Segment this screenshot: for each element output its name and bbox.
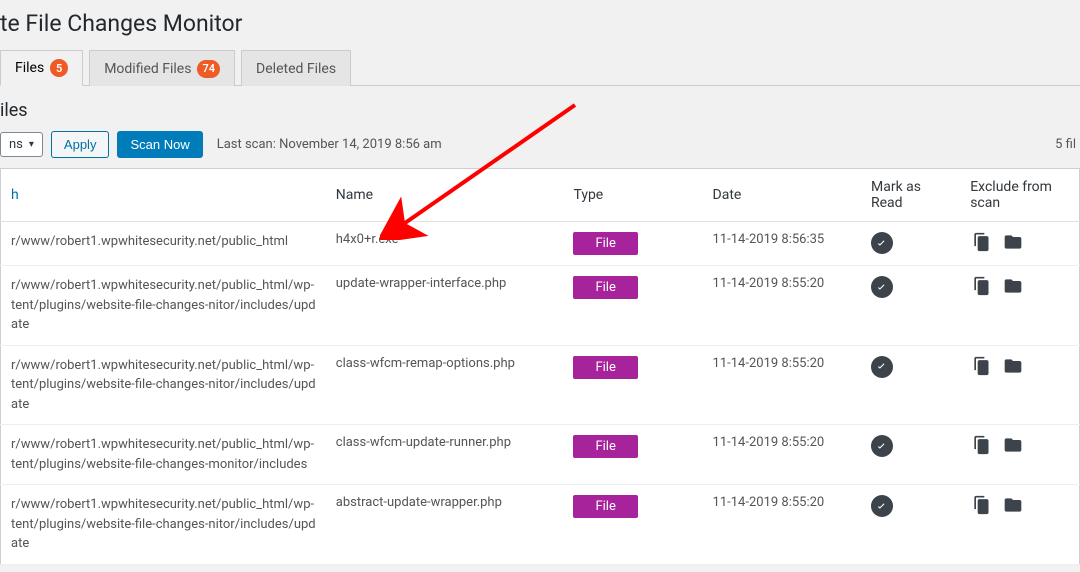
exclude-cell <box>960 266 1079 346</box>
mark-cell <box>861 222 960 266</box>
exclude-file-button[interactable] <box>970 495 992 515</box>
exclude-file-button[interactable] <box>970 356 992 376</box>
folder-icon <box>1002 495 1024 515</box>
mark-read-button[interactable] <box>871 435 893 457</box>
mark-cell <box>861 266 960 346</box>
table-row: r/www/robert1.wpwhitesecurity.net/public… <box>1 266 1080 346</box>
type-badge: File <box>573 495 637 518</box>
col-type-header[interactable]: Type <box>563 169 702 222</box>
chevron-down-icon: ▾ <box>29 139 34 150</box>
tab-added-files[interactable]: Files 5 <box>0 50 83 86</box>
files-icon <box>970 435 992 455</box>
section-title: iles <box>0 100 1080 121</box>
exclude-folder-button[interactable] <box>1002 232 1024 252</box>
mark-read-button[interactable] <box>871 495 893 517</box>
exclude-cell <box>960 425 1079 485</box>
name-cell: h4x0+r.exe <box>326 222 564 266</box>
scan-now-button[interactable]: Scan Now <box>117 131 202 158</box>
tab-label: Files <box>15 60 44 76</box>
path-cell: r/www/robert1.wpwhitesecurity.net/public… <box>1 425 326 485</box>
action-bar: ns ▾ Apply Scan Now Last scan: November … <box>0 131 1080 168</box>
path-cell: r/www/robert1.wpwhitesecurity.net/public… <box>1 485 326 565</box>
col-path-header[interactable]: h <box>1 169 326 222</box>
exclude-cell <box>960 222 1079 266</box>
table-row: r/www/robert1.wpwhitesecurity.net/public… <box>1 485 1080 565</box>
type-cell: File <box>563 345 702 425</box>
name-cell: abstract-update-wrapper.php <box>326 485 564 565</box>
folder-icon <box>1002 232 1024 252</box>
check-icon <box>875 440 888 453</box>
date-cell: 11-14-2019 8:55:20 <box>703 345 861 425</box>
name-cell: class-wfcm-remap-options.php <box>326 345 564 425</box>
col-date-header[interactable]: Date <box>703 169 861 222</box>
name-cell: class-wfcm-update-runner.php <box>326 425 564 485</box>
files-icon <box>970 356 992 376</box>
check-icon <box>875 360 888 373</box>
exclude-folder-button[interactable] <box>1002 435 1024 455</box>
tabs-bar: Files 5 Modified Files 74 Deleted Files <box>0 49 1080 86</box>
exclude-file-button[interactable] <box>970 435 992 455</box>
file-count: 5 fil <box>1055 137 1080 152</box>
exclude-folder-button[interactable] <box>1002 276 1024 296</box>
folder-icon <box>1002 356 1024 376</box>
tab-badge: 5 <box>50 59 68 77</box>
check-icon <box>875 500 888 513</box>
table-row: r/www/robert1.wpwhitesecurity.net/public… <box>1 425 1080 485</box>
col-name-header[interactable]: Name <box>326 169 564 222</box>
mark-cell <box>861 345 960 425</box>
files-icon <box>970 276 992 296</box>
type-badge: File <box>573 435 637 458</box>
check-icon <box>875 237 888 250</box>
apply-button[interactable]: Apply <box>51 131 110 158</box>
col-mark-header: Mark as Read <box>861 169 960 222</box>
type-badge: File <box>573 276 637 299</box>
exclude-folder-button[interactable] <box>1002 356 1024 376</box>
exclude-cell <box>960 485 1079 565</box>
path-cell: r/www/robert1.wpwhitesecurity.net/public… <box>1 266 326 346</box>
type-cell: File <box>563 266 702 346</box>
file-changes-table: h Name Type Date Mark as Read Exclude fr… <box>0 168 1080 565</box>
tab-deleted-files[interactable]: Deleted Files <box>241 50 351 86</box>
tab-modified-files[interactable]: Modified Files 74 <box>89 50 235 86</box>
bulk-actions-select[interactable]: ns ▾ <box>0 132 43 157</box>
tab-label: Deleted Files <box>256 61 336 77</box>
files-icon <box>970 232 992 252</box>
type-cell: File <box>563 425 702 485</box>
exclude-file-button[interactable] <box>970 232 992 252</box>
date-cell: 11-14-2019 8:56:35 <box>703 222 861 266</box>
tab-badge: 74 <box>197 60 220 78</box>
mark-cell <box>861 425 960 485</box>
type-badge: File <box>573 232 637 255</box>
type-cell: File <box>563 485 702 565</box>
page-title: te File Changes Monitor <box>0 0 1080 49</box>
exclude-file-button[interactable] <box>970 276 992 296</box>
type-cell: File <box>563 222 702 266</box>
files-icon <box>970 495 992 515</box>
exclude-folder-button[interactable] <box>1002 495 1024 515</box>
col-exclude-header: Exclude from scan <box>960 169 1079 222</box>
mark-read-button[interactable] <box>871 232 893 254</box>
type-badge: File <box>573 356 637 379</box>
exclude-cell <box>960 345 1079 425</box>
folder-icon <box>1002 435 1024 455</box>
mark-read-button[interactable] <box>871 356 893 378</box>
path-cell: r/www/robert1.wpwhitesecurity.net/public… <box>1 222 326 266</box>
date-cell: 11-14-2019 8:55:20 <box>703 485 861 565</box>
date-cell: 11-14-2019 8:55:20 <box>703 425 861 485</box>
table-row: r/www/robert1.wpwhitesecurity.net/public… <box>1 222 1080 266</box>
mark-cell <box>861 485 960 565</box>
path-cell: r/www/robert1.wpwhitesecurity.net/public… <box>1 345 326 425</box>
table-row: r/www/robert1.wpwhitesecurity.net/public… <box>1 345 1080 425</box>
tab-label: Modified Files <box>104 61 191 77</box>
folder-icon <box>1002 276 1024 296</box>
name-cell: update-wrapper-interface.php <box>326 266 564 346</box>
select-label: ns <box>9 137 23 152</box>
mark-read-button[interactable] <box>871 276 893 298</box>
last-scan-text: Last scan: November 14, 2019 8:56 am <box>217 137 442 152</box>
check-icon <box>875 281 888 294</box>
date-cell: 11-14-2019 8:55:20 <box>703 266 861 346</box>
